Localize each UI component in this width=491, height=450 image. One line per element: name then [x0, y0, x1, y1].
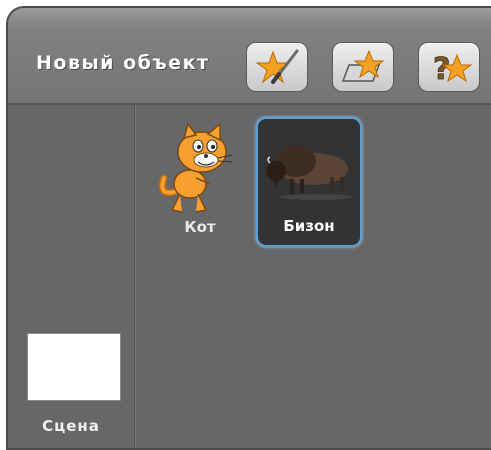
cat-sprite-icon [158, 122, 233, 213]
stage-label: Сцена [42, 417, 100, 435]
svg-text:?: ? [433, 52, 450, 87]
new-sprite-title: Новый объект [36, 52, 210, 74]
sprite-label-cat: Кот [184, 218, 216, 236]
bison-sprite-icon [266, 145, 354, 200]
paint-new-sprite-button[interactable] [246, 42, 308, 92]
star-paintbrush-icon [255, 49, 299, 84]
sprites-panel: Новый объект ? Сцена Кот Бизон [6, 6, 491, 450]
stage-thumbnail[interactable] [27, 333, 121, 401]
sprite-label-bison: Бизон [283, 217, 335, 235]
star-folder-icon [341, 49, 385, 82]
stage-column: Сцена [8, 105, 135, 448]
random-sprite-button[interactable]: ? [418, 42, 480, 92]
new-sprite-header: Новый объект ? [8, 8, 491, 105]
sprite-bison-selected[interactable]: Бизон [256, 117, 362, 247]
choose-sprite-from-file-button[interactable] [332, 42, 394, 92]
sprite-cat[interactable]: Кот [150, 122, 250, 246]
star-question-icon: ? [433, 52, 473, 87]
